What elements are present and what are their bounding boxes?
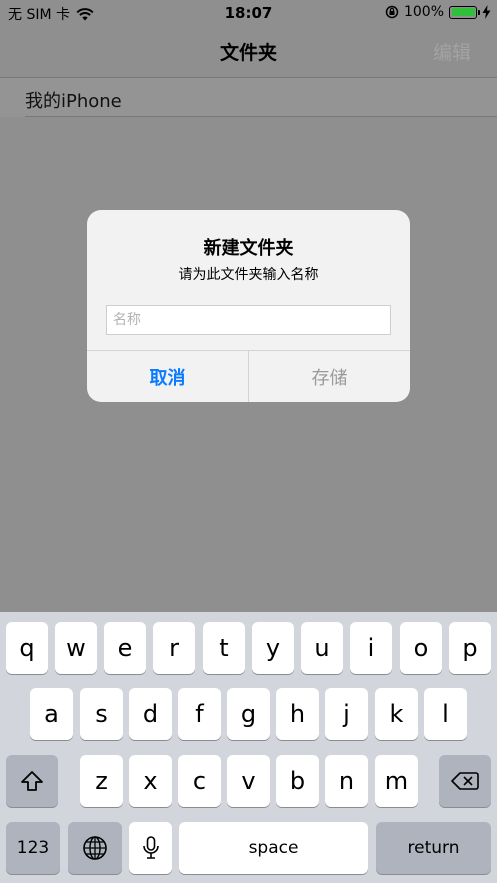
row-divider bbox=[25, 116, 497, 117]
navigation-bar: 文件夹 编辑 bbox=[0, 26, 497, 78]
dictation-key[interactable] bbox=[129, 822, 172, 874]
globe-icon bbox=[83, 836, 107, 860]
delete-key[interactable] bbox=[439, 755, 491, 807]
edit-button[interactable]: 编辑 bbox=[433, 38, 471, 65]
key-i[interactable]: i bbox=[350, 622, 392, 674]
key-m[interactable]: m bbox=[375, 755, 418, 807]
key-u[interactable]: u bbox=[301, 622, 343, 674]
key-s[interactable]: s bbox=[80, 688, 123, 740]
alert-message: 请为此文件夹输入名称 bbox=[178, 267, 319, 283]
folder-name-input[interactable] bbox=[106, 305, 391, 335]
key-k[interactable]: k bbox=[375, 688, 418, 740]
key-r[interactable]: r bbox=[153, 622, 195, 674]
shift-key[interactable] bbox=[6, 755, 58, 807]
status-right: 100% bbox=[385, 4, 491, 20]
list-item-my-iphone[interactable]: 我的iPhone bbox=[0, 78, 497, 117]
cancel-button[interactable]: 取消 bbox=[87, 351, 248, 402]
key-z[interactable]: z bbox=[80, 755, 123, 807]
key-p[interactable]: p bbox=[449, 622, 491, 674]
return-key[interactable]: return bbox=[376, 822, 491, 874]
space-key[interactable]: space bbox=[179, 822, 368, 874]
list-item-label: 我的iPhone bbox=[25, 91, 122, 112]
microphone-icon bbox=[142, 836, 159, 859]
key-g[interactable]: g bbox=[227, 688, 270, 740]
key-t[interactable]: t bbox=[203, 622, 245, 674]
key-b[interactable]: b bbox=[276, 755, 319, 807]
key-w[interactable]: w bbox=[55, 622, 97, 674]
backspace-icon bbox=[451, 772, 479, 790]
key-l[interactable]: l bbox=[424, 688, 467, 740]
key-o[interactable]: o bbox=[400, 622, 442, 674]
key-a[interactable]: a bbox=[30, 688, 73, 740]
numbers-key[interactable]: 123 bbox=[6, 822, 60, 874]
keyboard: q w e r t y u i o p a s d f g h j k l z … bbox=[0, 612, 497, 883]
globe-key[interactable] bbox=[68, 822, 122, 874]
key-e[interactable]: e bbox=[104, 622, 146, 674]
key-q[interactable]: q bbox=[6, 622, 48, 674]
charging-icon bbox=[482, 5, 491, 19]
status-bar: 无 SIM 卡 18:07 100% bbox=[0, 0, 497, 26]
key-j[interactable]: j bbox=[325, 688, 368, 740]
key-d[interactable]: d bbox=[129, 688, 172, 740]
page-title: 文件夹 bbox=[219, 42, 277, 64]
key-c[interactable]: c bbox=[178, 755, 221, 807]
new-folder-alert: 新建文件夹 请为此文件夹输入名称 取消 存储 bbox=[87, 210, 410, 402]
orientation-lock-icon bbox=[385, 5, 399, 19]
battery-percent: 100% bbox=[403, 4, 444, 20]
key-v[interactable]: v bbox=[227, 755, 270, 807]
key-n[interactable]: n bbox=[325, 755, 368, 807]
save-button[interactable]: 存储 bbox=[249, 351, 410, 402]
battery-icon bbox=[449, 5, 480, 19]
key-y[interactable]: y bbox=[252, 622, 294, 674]
alert-title: 新建文件夹 bbox=[203, 238, 294, 259]
shift-icon bbox=[21, 771, 43, 791]
battery-fill bbox=[451, 8, 475, 16]
key-h[interactable]: h bbox=[276, 688, 319, 740]
key-f[interactable]: f bbox=[178, 688, 221, 740]
key-x[interactable]: x bbox=[129, 755, 172, 807]
